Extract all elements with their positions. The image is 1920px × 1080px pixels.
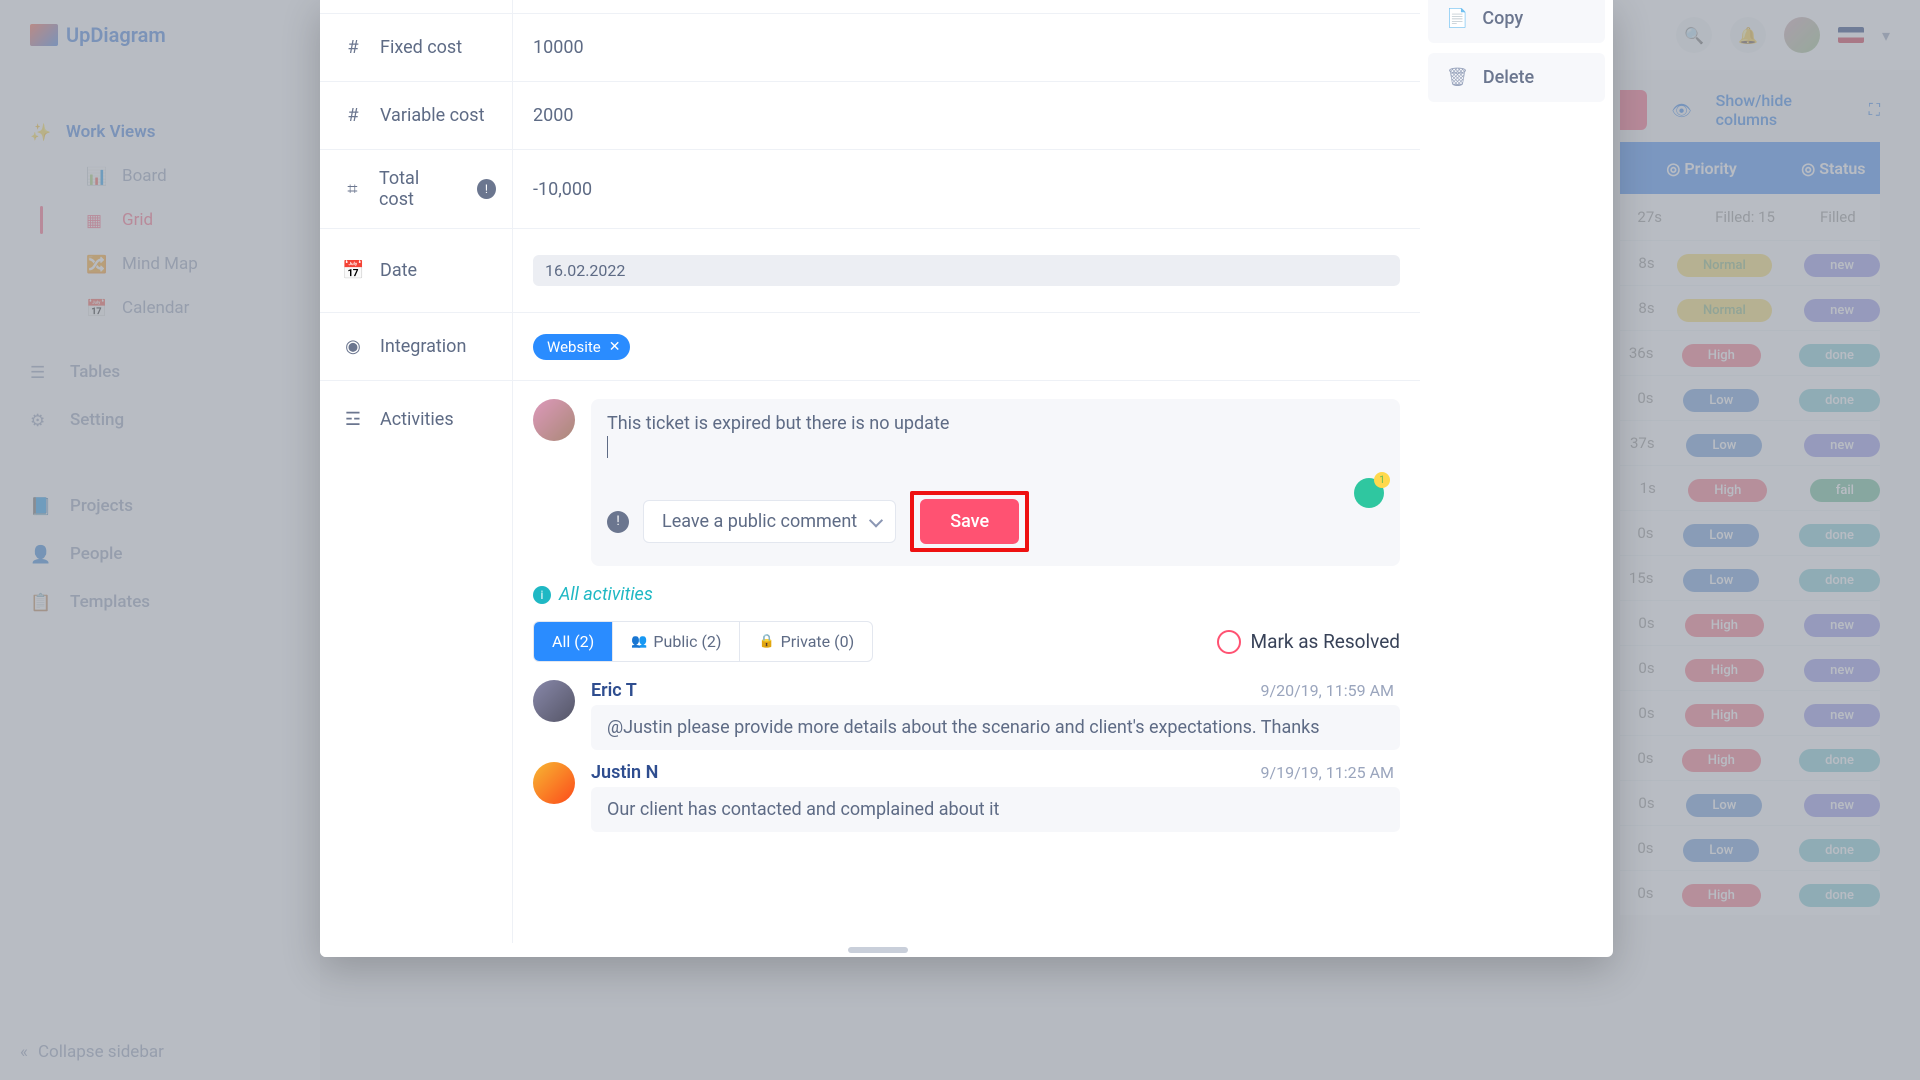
comment-author: Eric T [591,680,637,701]
mark-resolved-toggle[interactable]: Mark as Resolved [1217,630,1400,654]
comment-text[interactable]: This ticket is expired but there is no u… [607,413,1384,473]
trash-icon: 🗑 [1446,67,1469,88]
comment-entry: Eric T 9/20/19, 11:59 AM @Justin please … [533,680,1400,750]
activity-filter-row: All (2) 👥 Public (2) 🔒 Private (0) Mark … [533,621,1400,662]
field-label-text: Date [380,260,417,281]
save-button-highlight: Save [910,491,1029,552]
comment-input[interactable]: This ticket is expired but there is no u… [591,399,1400,566]
modal-scrollbar[interactable] [320,943,1420,957]
hash-icon: # [342,105,364,126]
field-value-fixed-cost[interactable]: 10000 [512,14,1420,81]
field-variable-cost: # Variable cost 2000 [320,82,1420,150]
activity-panel: This ticket is expired but there is no u… [512,381,1420,943]
presence-indicator-icon [1354,478,1384,508]
tag-label: Website [547,338,601,356]
all-activities-label: All activities [559,584,653,605]
field-value-total-cost: -10,000 [512,150,1420,228]
all-activities-link[interactable]: i All activities [533,584,1400,605]
modal-action-sidebar: 📄 Copy 🗑 Delete [1420,0,1613,957]
copy-icon: 📄 [1446,8,1468,29]
list-icon: ☲ [342,409,364,430]
visibility-select[interactable]: Leave a public comment [643,500,896,543]
select-label: Leave a public comment [662,511,857,532]
lock-icon: 🔒 [758,634,774,649]
calendar-icon: 📅 [342,260,364,281]
field-total-cost: ⌗ Total cost ! -10,000 [320,150,1420,229]
field-value-integration[interactable]: Website ✕ [512,313,1420,380]
field-label-text: Fixed cost [380,37,462,58]
field-label-text: Variable cost [380,105,484,126]
action-label: Delete [1483,67,1534,88]
save-button[interactable]: Save [920,499,1019,544]
field-value-variable-cost[interactable]: 2000 [512,82,1420,149]
formula-icon: ⌗ [342,179,363,200]
comment-composer: This ticket is expired but there is no u… [533,399,1400,566]
hash-icon: # [342,37,364,58]
delete-button[interactable]: 🗑 Delete [1428,53,1605,102]
info-icon: i [533,586,551,604]
avatar [533,680,575,722]
date-chip[interactable]: 16.02.2022 [533,255,1400,286]
radio-icon [1217,630,1241,654]
comment-entry: Justin N 9/19/19, 11:25 AM Our client ha… [533,762,1400,832]
people-icon: 👥 [631,634,647,649]
avatar [533,762,575,804]
field-value-date[interactable]: 16.02.2022 [512,229,1420,312]
comment-time: 9/19/19, 11:25 AM [1261,763,1395,782]
comment-time: 9/20/19, 11:59 AM [1261,681,1395,700]
field-fixed-cost: # Fixed cost 10000 [320,14,1420,82]
info-icon[interactable]: ! [607,511,629,533]
tab-public[interactable]: 👥 Public (2) [612,622,739,661]
field-activities: ☲ Activities This ticket is expired but … [320,381,1420,943]
comment-body: Our client has contacted and complained … [591,787,1400,832]
action-label: Copy [1482,8,1523,29]
resolve-label: Mark as Resolved [1251,630,1400,653]
info-badge-icon[interactable]: ! [477,179,496,199]
field-integration: ◉ Integration Website ✕ [320,313,1420,381]
avatar [533,399,575,441]
field-label-text: Total cost [379,168,455,210]
integration-tag[interactable]: Website ✕ [533,334,630,360]
modal-main: # Fixed cost 10000 # Variable cost 2000 … [320,0,1420,957]
comment-controls: ! Leave a public comment Save [607,491,1384,552]
tab-private[interactable]: 🔒 Private (0) [739,622,872,661]
copy-button[interactable]: 📄 Copy [1428,0,1605,43]
dropdown-icon: ◉ [342,336,364,357]
tab-all[interactable]: All (2) [534,622,612,661]
field-label-text: Integration [380,336,466,357]
comment-author: Justin N [591,762,658,783]
comment-thread: Eric T 9/20/19, 11:59 AM @Justin please … [533,680,1400,832]
comment-body: @Justin please provide more details abou… [591,705,1400,750]
field-date: 📅 Date 16.02.2022 [320,229,1420,313]
ticket-detail-modal: # Fixed cost 10000 # Variable cost 2000 … [320,0,1613,957]
field-label-text: Activities [380,409,454,430]
activity-tabs: All (2) 👥 Public (2) 🔒 Private (0) [533,621,873,662]
close-icon[interactable]: ✕ [609,339,621,355]
